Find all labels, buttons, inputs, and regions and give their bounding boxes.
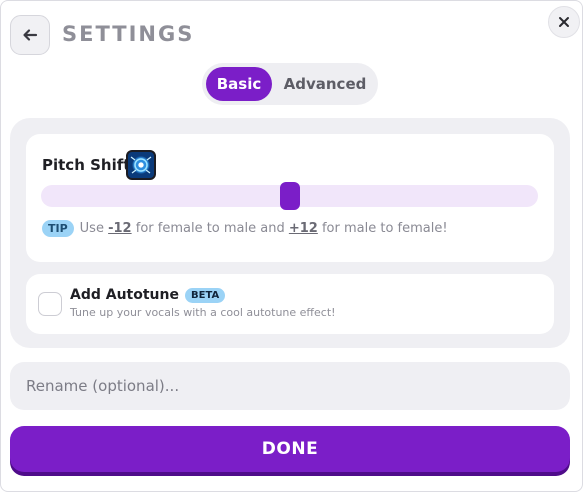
tab-advanced[interactable]: Advanced bbox=[276, 67, 374, 101]
autotune-title: Add Autotune BETA bbox=[70, 287, 226, 303]
done-button[interactable]: DONE bbox=[10, 426, 570, 472]
tip-text-3: for male to female! bbox=[321, 220, 448, 236]
page-title: SETTINGS bbox=[62, 22, 195, 46]
pitch-shift-label: Pitch Shift bbox=[42, 156, 131, 174]
autotune-description: Tune up your vocals with a cool autotune… bbox=[70, 306, 336, 319]
close-button[interactable] bbox=[548, 6, 580, 38]
voice-avatar-art bbox=[130, 156, 152, 174]
tip-text-2: for female to male and bbox=[135, 220, 285, 236]
tip-value-plus: +12 bbox=[288, 220, 318, 236]
mode-tabs: Basic Advanced bbox=[202, 63, 378, 105]
autotune-checkbox[interactable] bbox=[38, 292, 62, 316]
tip-value-minus: -12 bbox=[108, 220, 132, 236]
tab-basic[interactable]: Basic bbox=[206, 67, 272, 101]
rename-input[interactable] bbox=[10, 362, 570, 410]
back-button[interactable] bbox=[10, 15, 50, 55]
arrow-left-icon bbox=[23, 29, 38, 41]
tip-text-1: Use bbox=[79, 220, 104, 236]
tip-badge: TIP bbox=[42, 219, 74, 237]
voice-avatar-icon bbox=[126, 150, 156, 180]
autotune-label: Add Autotune bbox=[70, 287, 179, 303]
pitch-tip: TIP Use -12 for female to male and +12 f… bbox=[42, 218, 448, 238]
beta-badge: BETA bbox=[185, 287, 226, 303]
close-icon bbox=[559, 17, 569, 27]
pitch-slider-thumb[interactable] bbox=[279, 182, 300, 210]
autotune-card[interactable] bbox=[26, 274, 554, 334]
